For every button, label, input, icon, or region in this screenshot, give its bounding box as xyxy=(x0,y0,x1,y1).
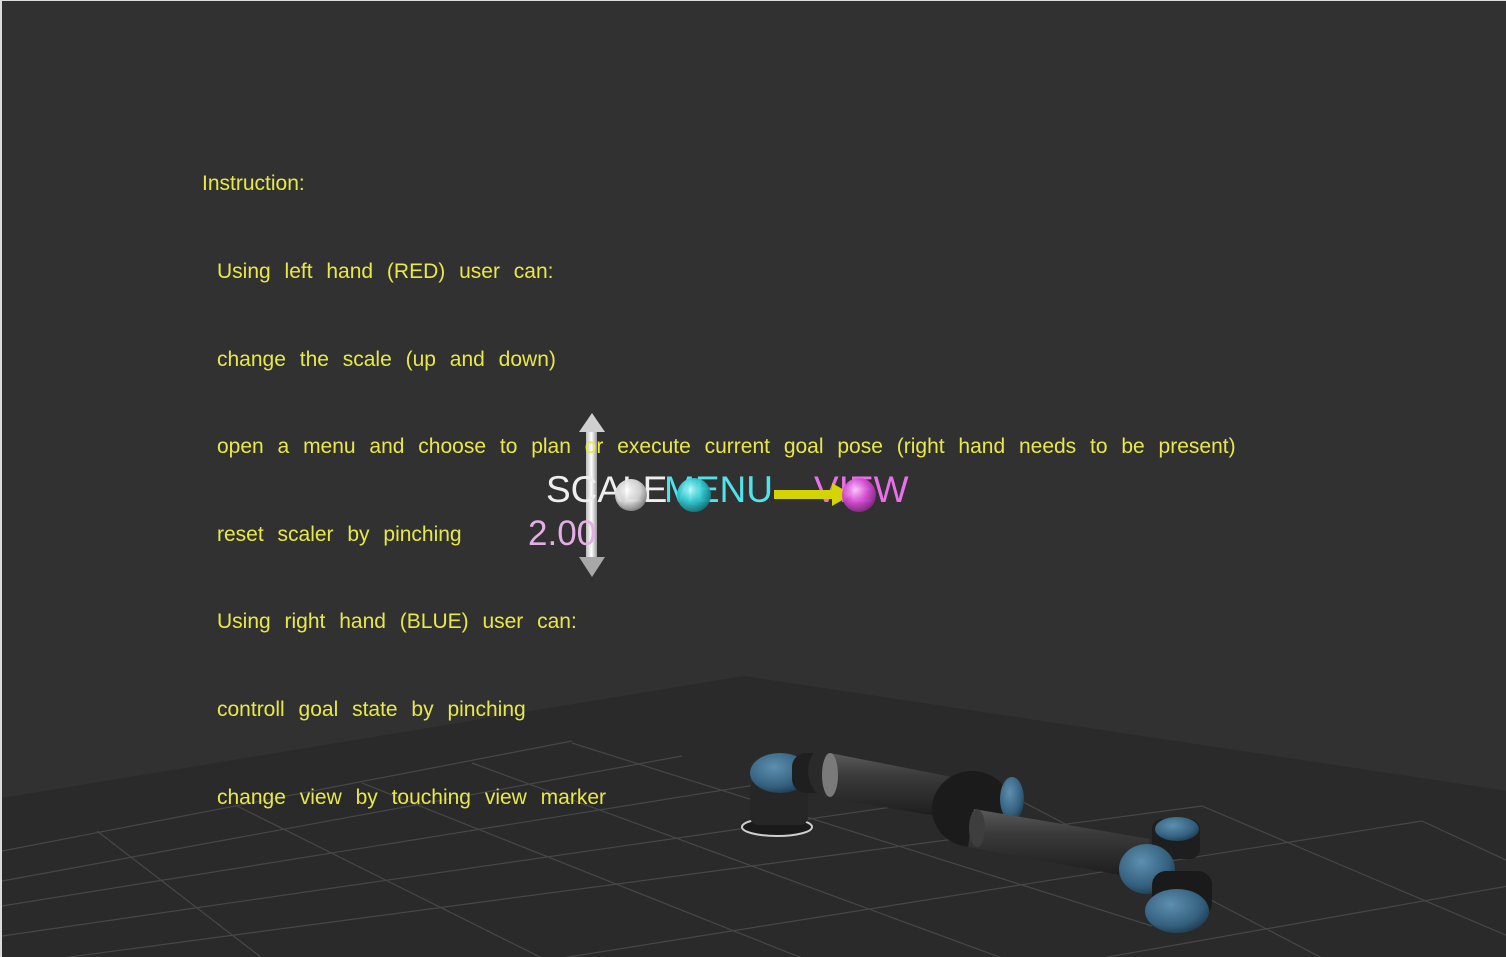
instruction-line: change the scale (up and down) xyxy=(217,347,556,371)
scale-value: 2.00 xyxy=(528,514,597,553)
instruction-line: reset scaler by pinching xyxy=(217,522,462,546)
view-marker-label: VIEW xyxy=(814,469,909,510)
instruction-line: Using left hand (RED) user can: xyxy=(217,260,554,284)
menu-marker-label: MENU xyxy=(664,469,773,510)
instruction-line: Using right hand (BLUE) user can: xyxy=(217,610,577,634)
instruction-line: change view by touching view marker xyxy=(217,785,607,809)
instruction-line: controll goal state by pinching xyxy=(217,698,526,722)
instruction-title: Instruction: xyxy=(202,172,305,196)
3d-viewport[interactable]: Instruction: Using left hand (RED) user … xyxy=(0,0,1506,957)
scale-marker-label: SCALE xyxy=(546,469,668,510)
instruction-line: open a menu and choose to plan or execut… xyxy=(217,435,1236,459)
